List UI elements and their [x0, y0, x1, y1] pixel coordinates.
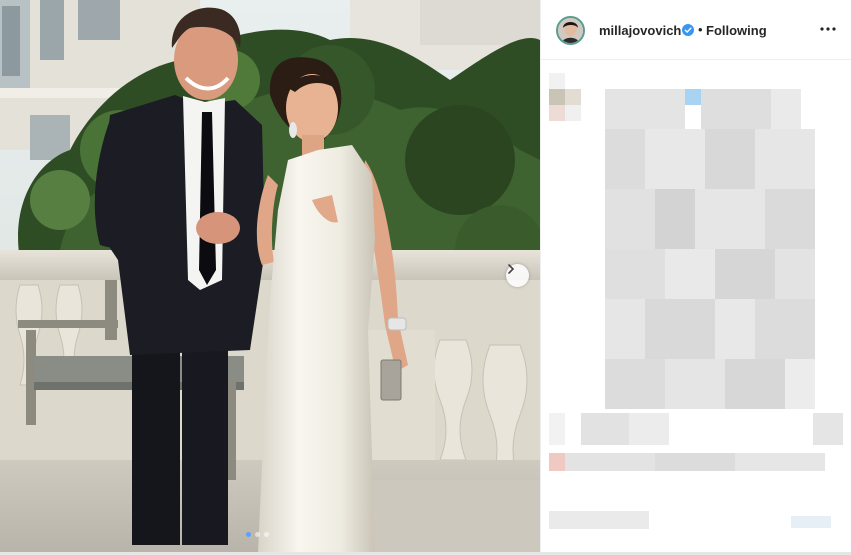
pixelation-mosaic	[541, 61, 851, 552]
post-side-panel: millajovovich • Following	[540, 0, 851, 552]
more-options-button[interactable]	[816, 17, 840, 41]
carousel-dot	[255, 532, 260, 537]
photo-image	[0, 0, 540, 552]
post-header: millajovovich • Following	[541, 0, 851, 60]
post-photo[interactable]	[0, 0, 540, 552]
carousel-dot	[264, 532, 269, 537]
avatar[interactable]	[556, 16, 585, 45]
carousel-dot	[246, 532, 251, 537]
more-horizontal-icon	[820, 27, 836, 31]
following-button[interactable]: Following	[706, 23, 767, 38]
verified-badge-icon	[682, 24, 694, 36]
carousel-next-button[interactable]	[506, 264, 529, 287]
avatar-image	[558, 18, 583, 43]
instagram-post-window: millajovovich • Following	[0, 0, 851, 555]
carousel-indicator	[246, 532, 269, 537]
chevron-right-icon	[508, 264, 515, 274]
username[interactable]: millajovovich	[599, 23, 681, 38]
header-separator: •	[698, 22, 703, 37]
censored-caption-area	[541, 61, 851, 552]
